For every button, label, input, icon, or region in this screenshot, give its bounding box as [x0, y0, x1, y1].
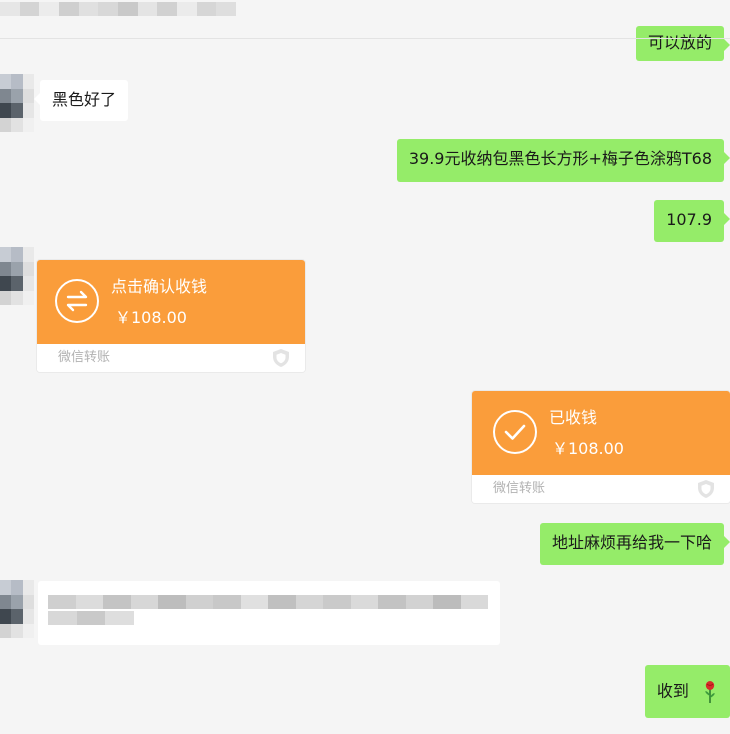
- transfer-title: 点击确认收钱: [111, 277, 208, 296]
- rose-icon: [705, 681, 715, 703]
- transfer-amount: ￥108.00: [115, 308, 187, 327]
- message-text: 107.9: [666, 210, 712, 229]
- transfer-card-header: 已收钱 ￥108.00: [472, 391, 730, 475]
- message-bubble-received[interactable]: 黑色好了: [33, 80, 129, 121]
- transfer-card-received[interactable]: 已收钱 ￥108.00 微信转账: [472, 391, 730, 503]
- transfer-label: 微信转账: [493, 481, 546, 496]
- message-text: 收到: [656, 681, 689, 701]
- transfer-card-footer: 微信转账: [37, 344, 305, 372]
- transfer-amount: ￥108.00: [552, 439, 624, 458]
- message-bubble-sent[interactable]: 107.9: [654, 200, 730, 242]
- message-bubble-sent[interactable]: 39.9元收纳包黑色长方形+梅子色涂鸦T68: [396, 139, 730, 182]
- transfer-label: 微信转账: [58, 350, 111, 365]
- transfer-arrows-icon: [55, 279, 99, 323]
- transfer-card-header: 点击确认收钱 ￥108.00: [37, 260, 305, 344]
- message-bubble-received-blurred[interactable]: [38, 581, 500, 645]
- transfer-title: 已收钱: [549, 408, 598, 427]
- shield-icon: [698, 480, 714, 498]
- checkmark-icon: [493, 410, 537, 454]
- transfer-card-footer: 微信转账: [472, 475, 730, 503]
- blurred-text-line: [48, 595, 488, 609]
- message-text: 39.9元收纳包黑色长方形+梅子色涂鸦T68: [408, 149, 712, 168]
- header-overlay: [0, 0, 730, 39]
- message-bubble-sent[interactable]: 地址麻烦再给我一下哈: [539, 523, 730, 565]
- message-text: 黑色好了: [52, 90, 117, 109]
- avatar[interactable]: [0, 74, 34, 132]
- shield-icon: [273, 349, 289, 367]
- avatar[interactable]: [0, 247, 34, 305]
- blurred-text-line: [48, 611, 135, 625]
- avatar[interactable]: [0, 580, 34, 638]
- message-text: 地址麻烦再给我一下哈: [551, 533, 712, 552]
- transfer-card-incoming[interactable]: 点击确认收钱 ￥108.00 微信转账: [37, 260, 305, 372]
- message-bubble-sent[interactable]: 收到: [644, 665, 730, 718]
